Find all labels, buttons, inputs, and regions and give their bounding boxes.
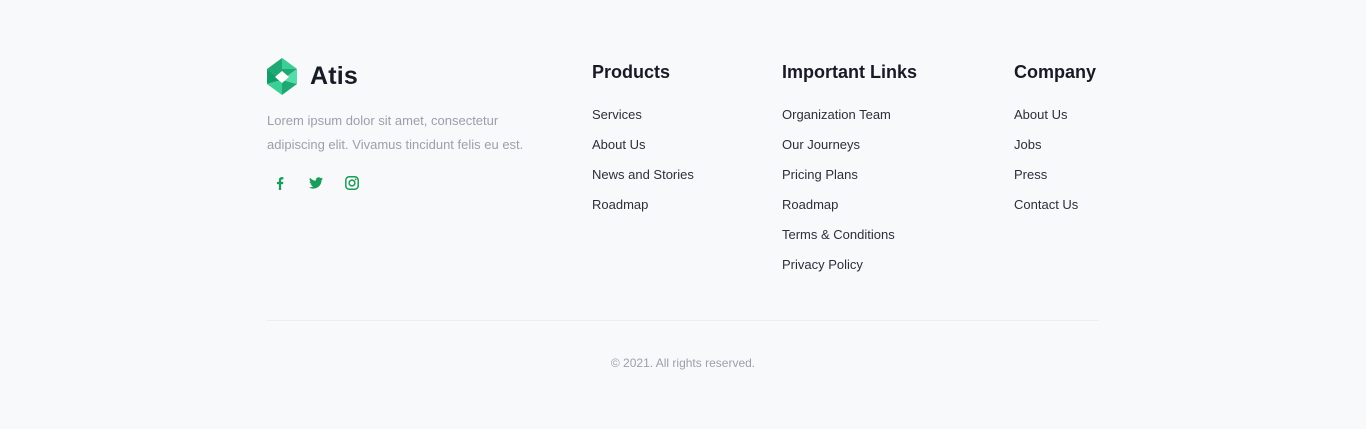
link-about-us[interactable]: About Us	[1014, 107, 1067, 122]
products-column: Products Services About Us News and Stor…	[592, 61, 694, 224]
link-news-and-stories[interactable]: News and Stories	[592, 167, 694, 182]
site-footer: Atis Lorem ipsum dolor sit amet, consect…	[0, 0, 1366, 429]
products-links: Services About Us News and Stories Roadm…	[592, 104, 694, 224]
list-item: Jobs	[1014, 134, 1096, 164]
atis-logo-icon	[267, 58, 297, 95]
list-item: Roadmap	[592, 194, 694, 224]
link-services[interactable]: Services	[592, 107, 642, 122]
list-item: Organization Team	[782, 104, 917, 134]
link-our-journeys[interactable]: Our Journeys	[782, 137, 860, 152]
list-item: Contact Us	[1014, 194, 1096, 224]
important-links-heading: Important Links	[782, 62, 918, 82]
link-pricing-plans[interactable]: Pricing Plans	[782, 167, 858, 182]
link-privacy-policy[interactable]: Privacy Policy	[782, 257, 863, 272]
instagram-link[interactable]	[343, 173, 361, 193]
list-item: News and Stories	[592, 164, 694, 194]
list-item: About Us	[592, 134, 694, 164]
link-contact-us[interactable]: Contact Us	[1014, 197, 1078, 212]
company-heading: Company	[1014, 62, 1097, 82]
list-item: Press	[1014, 164, 1096, 194]
products-heading: Products	[592, 62, 671, 82]
facebook-link[interactable]	[271, 173, 289, 193]
important-links-list: Organization Team Our Journeys Pricing P…	[782, 104, 917, 284]
brand[interactable]: Atis	[267, 58, 358, 95]
link-roadmap[interactable]: Roadmap	[782, 197, 838, 212]
twitter-icon	[309, 177, 323, 189]
list-item: Terms & Conditions	[782, 224, 917, 254]
list-item: Privacy Policy	[782, 254, 917, 284]
twitter-link[interactable]	[307, 173, 325, 193]
link-press[interactable]: Press	[1014, 167, 1047, 182]
brand-description: Lorem ipsum dolor sit amet, consectetur …	[267, 113, 524, 152]
facebook-icon	[276, 176, 284, 190]
list-item: Our Journeys	[782, 134, 917, 164]
social-links	[271, 173, 361, 193]
link-jobs[interactable]: Jobs	[1014, 137, 1041, 152]
list-item: About Us	[1014, 104, 1096, 134]
list-item: Pricing Plans	[782, 164, 917, 194]
instagram-icon	[345, 176, 359, 190]
link-terms-conditions[interactable]: Terms & Conditions	[782, 227, 895, 242]
important-links-column: Important Links Organization Team Our Jo…	[782, 61, 917, 284]
link-roadmap[interactable]: Roadmap	[592, 197, 648, 212]
footer-divider	[267, 320, 1099, 321]
company-links: About Us Jobs Press Contact Us	[1014, 104, 1096, 224]
list-item: Services	[592, 104, 694, 134]
brand-name: Atis	[310, 62, 359, 90]
link-about-us[interactable]: About Us	[592, 137, 645, 152]
list-item: Roadmap	[782, 194, 917, 224]
copyright-text: © 2021. All rights reserved.	[610, 356, 756, 370]
company-column: Company About Us Jobs Press Contact Us	[1014, 61, 1096, 224]
link-organization-team[interactable]: Organization Team	[782, 107, 891, 122]
